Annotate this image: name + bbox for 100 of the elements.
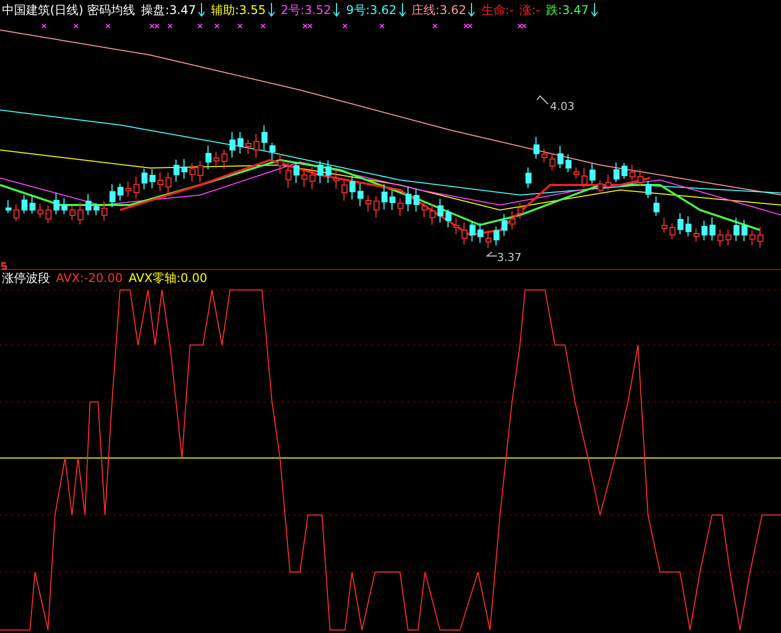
down-arrow-icon [268, 3, 275, 17]
candlestick [526, 166, 532, 189]
candlestick [558, 145, 564, 169]
down-arrow-icon [398, 3, 406, 17]
candlestick [582, 168, 588, 189]
candlestick [318, 160, 324, 184]
candlestick [342, 180, 348, 202]
candlestick [406, 186, 412, 212]
candlestick [494, 226, 500, 246]
candlestick [422, 202, 428, 218]
candlestick [46, 205, 52, 224]
candlestick [38, 203, 44, 218]
candlestick [254, 133, 260, 158]
low-price-label: 3.37 [497, 250, 522, 266]
indicator-value: 涨:- [520, 2, 540, 19]
candlestick [758, 226, 764, 248]
candlestick [222, 149, 228, 170]
candlestick [750, 230, 756, 246]
candlestick [518, 202, 524, 220]
candlestick [262, 124, 268, 151]
candlestick [94, 203, 100, 216]
candlestick [110, 184, 116, 208]
candlestick [462, 222, 468, 246]
candlestick [22, 194, 28, 214]
candlestick [270, 142, 276, 160]
candlestick [134, 176, 140, 200]
candlestick [286, 162, 292, 188]
candlestick [230, 132, 236, 158]
candlestick [598, 180, 604, 194]
candlestick [478, 222, 484, 244]
candlestick [62, 198, 68, 215]
candlestick [662, 217, 668, 234]
candlestick [430, 202, 436, 226]
candlestick [278, 153, 284, 174]
candlestick [150, 168, 156, 189]
candlestick [126, 181, 132, 198]
candlestick [614, 162, 620, 183]
down-arrow-icon [333, 3, 340, 17]
candlestick [390, 190, 396, 211]
candlestick [198, 160, 204, 184]
candlestick [654, 196, 660, 216]
candlestick [670, 222, 676, 240]
candlestick [446, 209, 452, 228]
candlestick [718, 228, 724, 247]
candlestick [398, 198, 404, 216]
candlestick [238, 131, 244, 154]
candlestick [742, 219, 748, 242]
indicator-value: 9号:3.62 [346, 2, 397, 19]
indicator-title: 涨停波段 [2, 270, 50, 287]
candlestick [118, 183, 124, 202]
indicator-value: 跌:3.47 [546, 2, 589, 19]
high-price-label: 4.03 [550, 99, 574, 115]
candlestick [382, 184, 388, 210]
candlestick [214, 151, 220, 169]
candlestick [414, 188, 420, 212]
candlestick [646, 180, 652, 199]
candlestick [70, 206, 76, 221]
indicator-value: 操盘:3.47 [141, 2, 196, 19]
candlestick [710, 216, 716, 241]
candlestick [358, 182, 364, 207]
candlestick [606, 174, 612, 190]
candlestick [54, 192, 60, 215]
candlestick [734, 217, 740, 242]
candlestick [78, 202, 84, 226]
candlestick [622, 162, 628, 180]
candlestick [190, 162, 196, 182]
pointer-icon [536, 95, 548, 104]
chart-title: 中国建筑(日线) 密码均线 [2, 2, 136, 19]
candlestick [550, 153, 556, 172]
candlestick [686, 216, 692, 237]
marker-icon [1, 262, 7, 270]
candlestick [638, 168, 644, 187]
candlestick [158, 172, 164, 192]
indicator-value: 辅助:3.55 [210, 2, 266, 19]
candlestick [334, 170, 340, 190]
candlestick [366, 194, 372, 212]
candlestick [30, 194, 36, 214]
candlestick [182, 158, 188, 180]
candlestick [454, 218, 460, 235]
candlestick [470, 220, 476, 242]
candlestick [438, 198, 444, 224]
zero-axis-value: AVX零轴:0.00 [128, 270, 208, 287]
candlestick [566, 154, 572, 173]
candlestick [142, 168, 148, 190]
down-arrow-icon [590, 3, 598, 17]
candlestick [166, 172, 172, 194]
candlestick [14, 204, 20, 222]
candlestick [206, 145, 212, 170]
candlestick [246, 139, 252, 155]
candlestick [310, 166, 316, 190]
candlestick [502, 214, 508, 236]
candlestick [630, 164, 636, 181]
candlestick [534, 136, 540, 160]
candlestick [6, 200, 12, 214]
candlestick [486, 230, 492, 249]
candlestick [542, 148, 548, 163]
candlestick [174, 159, 180, 182]
candlestick [590, 162, 596, 184]
indicator-value: 2号:3.52 [280, 2, 332, 19]
candlestick [294, 162, 300, 184]
